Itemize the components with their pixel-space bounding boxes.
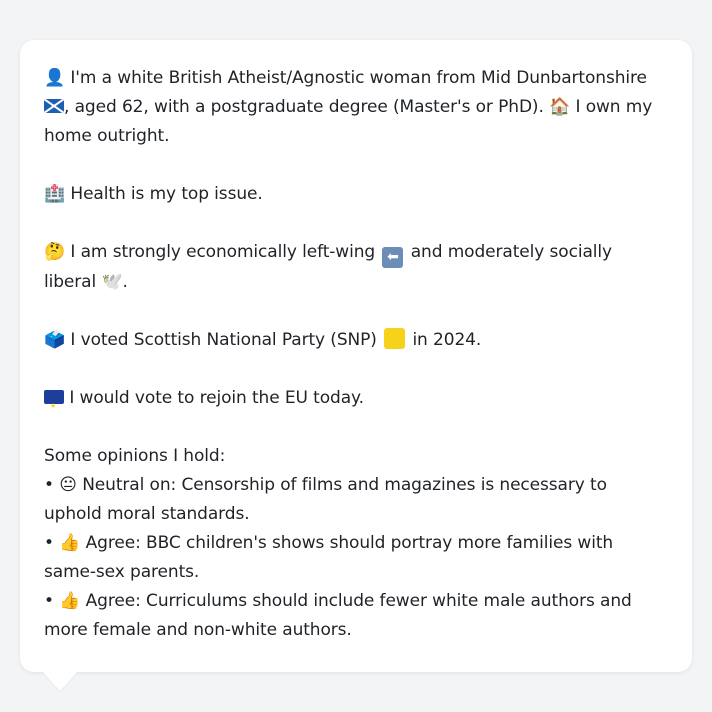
opinion-stance: Agree: bbox=[85, 591, 141, 611]
health-paragraph: 🏥 Health is my top issue. bbox=[44, 180, 668, 209]
economics-text-1: I am strongly economically left-wing bbox=[70, 242, 376, 262]
thumbs-up-icon: 👍 bbox=[59, 533, 81, 553]
left-arrow-icon: ⬅ bbox=[382, 247, 404, 268]
opinion-item: • 👍 Agree: BBC children's shows should p… bbox=[44, 529, 668, 587]
eu-text: I would vote to rejoin the EU today. bbox=[69, 388, 364, 408]
vote-text-1: I voted Scottish National Party (SNP) bbox=[70, 330, 377, 350]
house-icon: 🏠 bbox=[549, 97, 571, 117]
bullet: • bbox=[44, 475, 54, 495]
dove-icon: 🕊️ bbox=[101, 272, 123, 292]
vote-text-2: in 2024. bbox=[412, 330, 482, 350]
eu-paragraph: I would vote to rejoin the EU today. bbox=[44, 384, 668, 421]
snp-yellow-square-icon bbox=[384, 328, 406, 349]
opinions-section: Some opinions I hold: • 😐 Neutral on: Ce… bbox=[44, 442, 668, 645]
opinion-item: • 👍 Agree: Curriculums should include fe… bbox=[44, 587, 668, 645]
intro-text-1: I'm a white British Atheist/Agnostic wom… bbox=[70, 68, 647, 88]
intro-paragraph: 👤 I'm a white British Atheist/Agnostic w… bbox=[44, 64, 668, 151]
intro-text-2: , aged 62, with a postgraduate degree (M… bbox=[64, 97, 544, 117]
opinion-item: • 😐 Neutral on: Censorship of films and … bbox=[44, 471, 668, 529]
economics-text-3: . bbox=[122, 272, 128, 292]
message-text: 👤 I'm a white British Atheist/Agnostic w… bbox=[44, 64, 668, 645]
bullet: • bbox=[44, 591, 54, 611]
opinion-stance: Neutral on: bbox=[82, 475, 177, 495]
message-bubble: 👤 I'm a white British Atheist/Agnostic w… bbox=[20, 40, 692, 672]
bubble-tail bbox=[42, 671, 78, 691]
hospital-icon: 🏥 bbox=[44, 184, 66, 204]
opinion-stance: Agree: bbox=[85, 533, 141, 553]
person-icon: 👤 bbox=[44, 68, 66, 88]
vote-paragraph: 🗳️ I voted Scottish National Party (SNP)… bbox=[44, 326, 668, 355]
bullet: • bbox=[44, 533, 54, 553]
neutral-face-icon: 😐 bbox=[59, 475, 77, 495]
health-text: Health is my top issue. bbox=[70, 184, 263, 204]
scotland-flag-icon bbox=[44, 99, 64, 113]
opinions-heading: Some opinions I hold: bbox=[44, 446, 226, 466]
eu-flag-icon bbox=[44, 390, 64, 421]
economics-paragraph: 🤔 I am strongly economically left-wing ⬅… bbox=[44, 238, 668, 297]
thumbs-up-icon: 👍 bbox=[59, 591, 81, 611]
thinking-face-icon: 🤔 bbox=[44, 242, 66, 262]
ballot-box-icon: 🗳️ bbox=[44, 330, 66, 350]
